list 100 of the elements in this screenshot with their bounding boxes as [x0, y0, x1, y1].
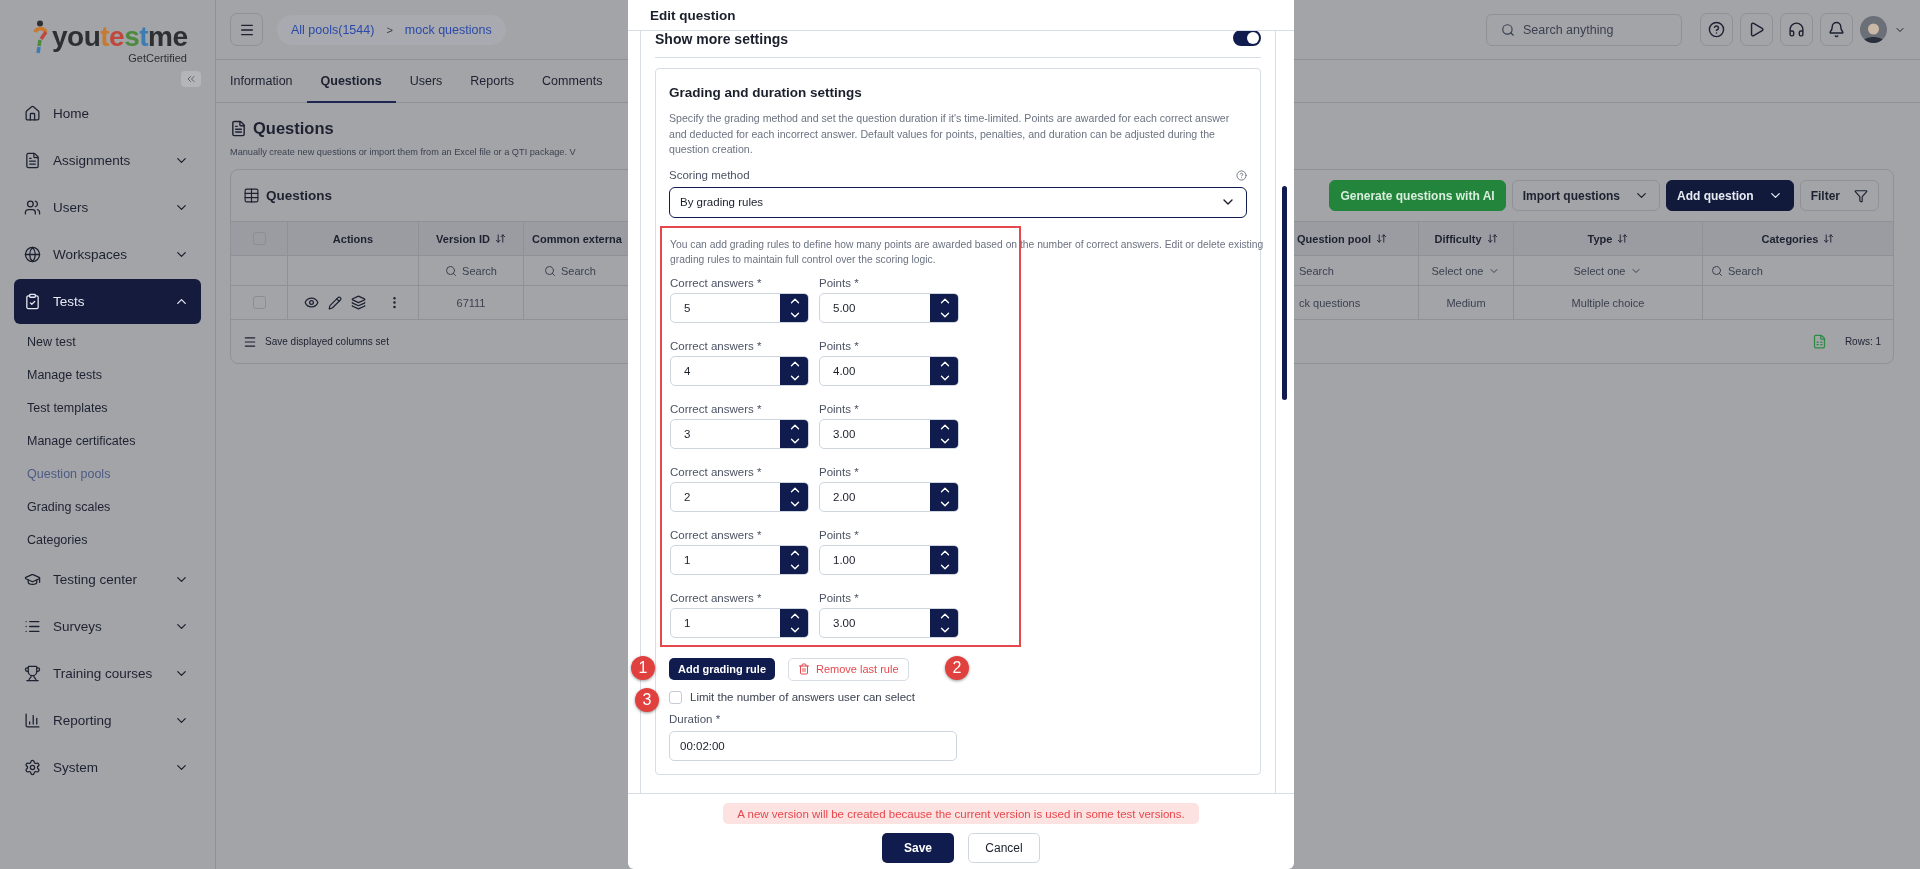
search-icon	[544, 264, 556, 277]
stepper[interactable]	[780, 419, 808, 448]
action-button[interactable]: Import questions	[1511, 180, 1660, 211]
toggle-switch[interactable]	[1233, 31, 1261, 46]
help-button[interactable]	[1700, 13, 1733, 46]
number-field[interactable]: 4	[670, 355, 809, 386]
sort-icon[interactable]	[1486, 233, 1498, 244]
help-icon[interactable]	[1236, 169, 1247, 181]
breadcrumb-link[interactable]: All pools(1544)	[291, 22, 375, 37]
nav-subitem[interactable]: Grading scales	[14, 490, 201, 523]
search-field[interactable]: Search	[1711, 264, 1763, 277]
nav-item[interactable]: Workspaces	[14, 232, 201, 277]
number-field[interactable]: 4.00	[819, 355, 959, 386]
nav-subitem[interactable]: Manage tests	[14, 358, 201, 391]
tab[interactable]: Users	[395, 60, 457, 103]
stepper[interactable]	[780, 482, 808, 511]
menu-icon[interactable]	[243, 334, 257, 349]
search-field[interactable]: Search	[544, 264, 596, 277]
sort-icon[interactable]	[494, 233, 506, 244]
number-field[interactable]: 1.00	[819, 544, 959, 575]
tab[interactable]: Questions	[306, 60, 396, 103]
nav-item[interactable]: Users	[14, 185, 201, 230]
sort-icon[interactable]	[1375, 233, 1387, 244]
number-field[interactable]: 1	[670, 607, 809, 638]
stepper[interactable]	[930, 419, 958, 448]
stepper[interactable]	[780, 356, 808, 385]
number-field[interactable]: 2.00	[819, 481, 959, 512]
nav-item[interactable]: System	[14, 745, 201, 790]
column-header: Question pool	[1297, 232, 1371, 245]
search-icon	[445, 264, 458, 277]
select-field[interactable]: Select one	[1431, 264, 1501, 277]
layers-icon[interactable]	[351, 295, 366, 310]
search-field[interactable]: Search anything	[1486, 13, 1682, 46]
section-title: Grading and duration settings	[669, 84, 863, 102]
row-count: Rows: 1	[1844, 336, 1881, 347]
action-button[interactable]: Generate questions with AI	[1329, 180, 1506, 211]
nav-subitem[interactable]: New test	[14, 325, 201, 358]
table-cell: Medium	[1446, 296, 1486, 309]
filter-button[interactable]: Filter	[1799, 180, 1879, 211]
column-header: Version ID	[436, 232, 490, 245]
scrollbar-thumb[interactable]	[1282, 186, 1287, 400]
stepper[interactable]	[930, 482, 958, 511]
sort-icon[interactable]	[1823, 233, 1835, 244]
number-field[interactable]: 3	[670, 418, 809, 449]
stepper[interactable]	[930, 356, 958, 385]
add-rule-button[interactable]: Add grading rule	[669, 658, 775, 680]
tab[interactable]: Reports	[456, 60, 529, 103]
number-field[interactable]: 3.00	[819, 418, 959, 449]
nav-item[interactable]: Training courses	[14, 651, 201, 696]
stepper[interactable]	[930, 608, 958, 637]
nav-item[interactable]: Testing center	[14, 557, 201, 602]
stepper[interactable]	[930, 545, 958, 574]
settings-icon	[24, 759, 41, 776]
stepper[interactable]	[780, 293, 808, 322]
checkbox[interactable]	[252, 296, 266, 309]
nav-item[interactable]: Surveys	[14, 604, 201, 649]
tab[interactable]: Information	[216, 60, 307, 103]
notifications-button[interactable]	[1820, 13, 1853, 46]
search-field[interactable]: Search	[445, 264, 497, 277]
play-button[interactable]	[1740, 13, 1773, 46]
number-field[interactable]: 5	[670, 292, 809, 323]
save-button[interactable]: Save	[882, 833, 954, 863]
checkbox[interactable]	[669, 690, 682, 704]
view-icon[interactable]	[304, 295, 319, 310]
nav-subitem[interactable]: Categories	[14, 523, 201, 556]
breadcrumb-link[interactable]: mock questions	[404, 22, 492, 37]
remove-rule-button[interactable]: Remove last rule	[788, 657, 909, 681]
nav-item[interactable]: Home	[14, 91, 201, 136]
scoring-select[interactable]: By grading rules	[669, 186, 1247, 218]
globe-icon	[24, 246, 41, 263]
callout-badge: 3	[635, 687, 659, 712]
action-button[interactable]: Add question	[1666, 180, 1794, 211]
nav-subitem[interactable]: Manage certificates	[14, 424, 201, 457]
bar-chart-icon	[24, 712, 41, 729]
avatar[interactable]	[1860, 16, 1887, 43]
pencil-icon[interactable]	[328, 295, 342, 310]
stepper[interactable]	[780, 545, 808, 574]
tab[interactable]: Comments	[528, 60, 617, 103]
number-field[interactable]: 5.00	[819, 292, 959, 323]
headphones-icon	[1788, 21, 1805, 38]
menu-button[interactable]	[230, 13, 263, 46]
number-field[interactable]: 1	[670, 544, 809, 575]
nav-subitem[interactable]: Test templates	[14, 391, 201, 424]
number-field[interactable]: 3.00	[819, 607, 959, 638]
number-field[interactable]: 2	[670, 481, 809, 512]
nav-item[interactable]: Reporting	[14, 698, 201, 743]
save-columns-link[interactable]: Save displayed columns set	[265, 336, 389, 347]
cancel-button[interactable]: Cancel	[968, 833, 1040, 863]
stepper[interactable]	[780, 608, 808, 637]
sort-icon[interactable]	[1617, 233, 1629, 244]
document-icon	[24, 152, 41, 169]
field-label: Correct answers *	[670, 275, 763, 291]
play-icon	[1748, 21, 1765, 38]
stepper[interactable]	[930, 293, 958, 322]
search-field[interactable]: Search	[1299, 264, 1334, 277]
duration-field[interactable]: 00:02:00	[669, 730, 957, 761]
select-field[interactable]: Select one	[1573, 264, 1643, 277]
headphones-button[interactable]	[1780, 13, 1813, 46]
nav-item[interactable]: Assignments	[14, 138, 201, 183]
nav-item[interactable]: Tests	[14, 279, 201, 324]
